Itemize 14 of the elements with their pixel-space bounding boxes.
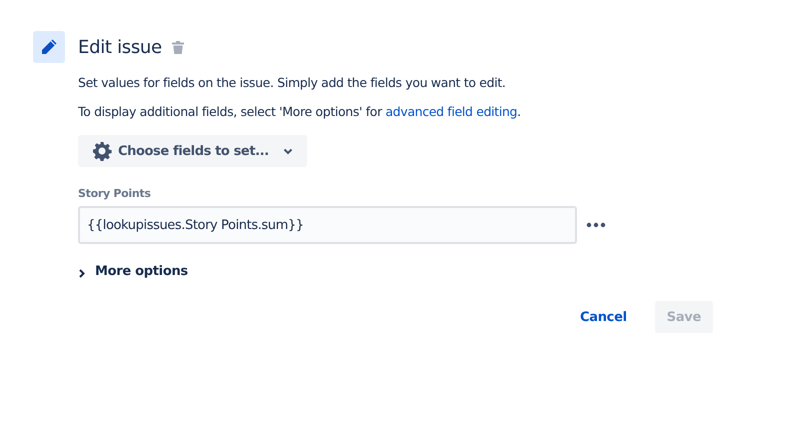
text-field[interactable]: {{lookupissues.Story Points.sum}} xyxy=(78,206,577,244)
more-actions-icon[interactable] xyxy=(586,222,606,228)
cancel-button[interactable]: Cancel xyxy=(568,301,639,333)
dialog-title: Edit issue xyxy=(78,36,162,58)
choose-fields-button[interactable]: Choose fields to set... xyxy=(78,135,307,167)
field-label: Story Points xyxy=(78,187,152,200)
description-text: Set values for fields on the issue. Simply add the fields you want to edit. xyxy=(78,75,507,90)
hint-text: To display additional fields, select 'More options' for advanced field editing. xyxy=(78,104,522,119)
gear-icon xyxy=(92,141,112,161)
more-options-toggle[interactable]: More options xyxy=(78,264,188,279)
caret-icon xyxy=(282,148,293,154)
advanced-editing-link[interactable]: advanced field editing xyxy=(386,104,518,119)
pencil-icon xyxy=(33,31,65,63)
chevron-icon xyxy=(78,268,86,278)
